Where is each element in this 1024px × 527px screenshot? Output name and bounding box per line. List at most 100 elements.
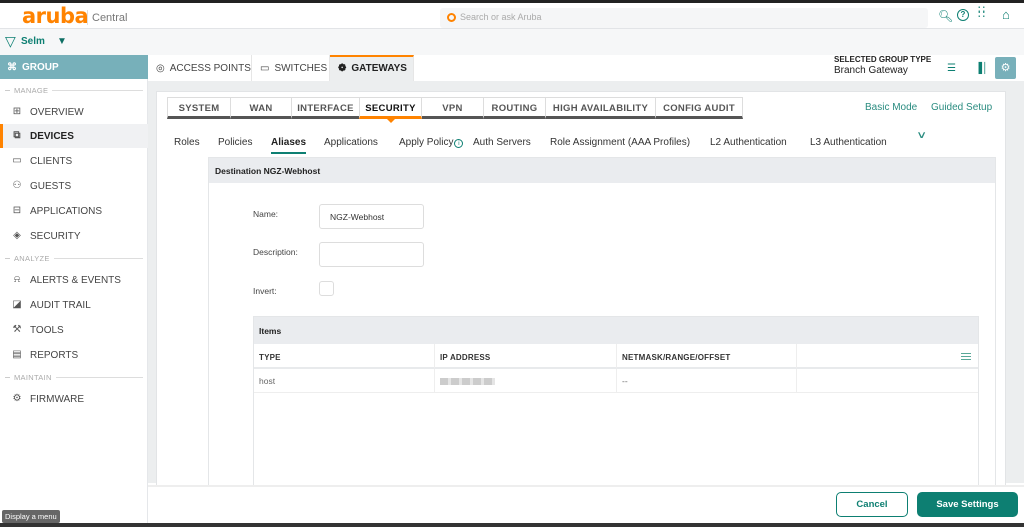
column-menu-icon[interactable] xyxy=(961,353,971,362)
apps-grid-icon[interactable]: ∷ ∷ xyxy=(978,5,985,21)
sidebar-item-guests[interactable]: ⚇ GUESTS xyxy=(0,174,148,198)
subtab-l2-authentication[interactable]: L2 Authentication xyxy=(710,137,787,148)
tab-system[interactable]: SYSTEM xyxy=(167,97,231,119)
sidebar-item-alerts-events[interactable]: ⍾ ALERTS & EVENTS xyxy=(0,268,148,292)
tab-vpn[interactable]: VPN xyxy=(421,97,484,119)
search-placeholder: Search or ask Aruba xyxy=(460,12,542,22)
section-manage: MANAGE xyxy=(5,86,143,95)
overview-icon: ⊞ xyxy=(12,106,22,117)
tab-wan[interactable]: WAN xyxy=(230,97,292,119)
sidebar-item-audit-trail[interactable]: ◪ AUDIT TRAIL xyxy=(0,293,148,317)
filter-selection[interactable]: Selm xyxy=(21,36,45,47)
filter-funnel-icon[interactable]: ▽ xyxy=(5,33,16,50)
tooltip: Display a menu xyxy=(2,510,60,523)
items-table: Items TYPE IP ADDRESS NETMASK/RANGE/OFFS… xyxy=(253,316,979,486)
audit-trail-icon: ◪ xyxy=(12,299,22,310)
subtab-apply-policy[interactable]: Apply Policy i xyxy=(399,137,464,148)
tab-interface[interactable]: INTERFACE xyxy=(291,97,360,119)
subtab-aliases[interactable]: Aliases xyxy=(271,137,307,154)
tab-routing[interactable]: ROUTING xyxy=(483,97,546,119)
sidebar-item-label: TOOLS xyxy=(30,325,64,336)
sidebar-item-tools[interactable]: ⚒ TOOLS xyxy=(0,318,148,342)
clients-icon: ▭ xyxy=(12,155,22,166)
config-gear-button[interactable]: ⚙ xyxy=(995,57,1016,79)
tab-gateways[interactable]: ❁ GATEWAYS xyxy=(330,55,414,81)
info-icon[interactable]: i xyxy=(454,139,464,148)
aruba-logo[interactable]: aruba xyxy=(22,6,89,27)
sidebar-item-clients[interactable]: ▭ CLIENTS xyxy=(0,149,148,173)
help-icon[interactable]: ? xyxy=(957,9,969,21)
sidebar-item-devices[interactable]: ⧉ DEVICES xyxy=(0,124,148,148)
tab-label: GATEWAYS xyxy=(351,63,407,74)
gear-icon: ⚙ xyxy=(1000,62,1011,74)
chevron-down-icon[interactable]: ∨ xyxy=(916,130,927,141)
filter-dropdown-caret-icon[interactable]: ▼ xyxy=(57,36,67,47)
search-icon[interactable]: 🔍︎ xyxy=(938,9,953,23)
sidebar-item-reports[interactable]: ▤ REPORTS xyxy=(0,343,148,367)
user-icon[interactable]: ⌂ xyxy=(1002,7,1010,22)
security-icon: ◈ xyxy=(13,230,21,241)
table-cell-ip-address xyxy=(435,369,617,393)
basic-mode-link[interactable]: Basic Mode xyxy=(865,102,917,113)
name-field[interactable] xyxy=(319,204,424,229)
redacted-ip xyxy=(440,378,495,385)
sidebar-item-label: OVERVIEW xyxy=(30,107,84,118)
table-cell-actions xyxy=(797,369,978,393)
subtab-label: Apply Policy xyxy=(399,137,454,148)
sidebar-item-label: AUDIT TRAIL xyxy=(30,300,91,311)
selected-group-type: SELECTED GROUP TYPE Branch Gateway xyxy=(834,55,931,77)
tab-high-availability[interactable]: HIGH AVAILABILITY xyxy=(545,97,656,119)
app-header: aruba Central Search or ask Aruba 🔍︎ ? ∷… xyxy=(0,3,1024,29)
section-analyze: ANALYZE xyxy=(5,254,143,263)
applications-icon: ⊟ xyxy=(12,205,22,216)
name-label: Name: xyxy=(253,209,279,219)
description-label: Description: xyxy=(253,247,298,257)
cancel-button[interactable]: Cancel xyxy=(836,492,908,517)
config-tabs: SYSTEM WAN INTERFACE SECURITY VPN ROUTIN… xyxy=(167,97,743,123)
sidebar-item-security[interactable]: ◈ SECURITY xyxy=(0,224,148,248)
subtab-auth-servers[interactable]: Auth Servers xyxy=(473,137,531,148)
bell-icon: ⍾ xyxy=(13,274,21,285)
tab-security[interactable]: SECURITY xyxy=(359,97,422,123)
sidebar-item-label: DEVICES xyxy=(30,131,74,142)
group-icon: ⌘ xyxy=(7,62,17,73)
list-view-icon[interactable]: ☰ xyxy=(947,63,956,74)
column-header-ip-address[interactable]: IP ADDRESS xyxy=(435,344,617,369)
search-input[interactable]: Search or ask Aruba xyxy=(440,8,928,28)
tab-access-points[interactable]: ◎ ACCESS POINTS xyxy=(148,55,252,81)
firmware-gear-icon: ⚙ xyxy=(12,393,22,404)
wrench-icon: ⚒ xyxy=(12,324,22,335)
group-selector[interactable]: ⌘ GROUP xyxy=(0,55,148,79)
description-field[interactable] xyxy=(319,242,424,267)
tab-label: ACCESS POINTS xyxy=(169,63,251,74)
gateway-icon: ❁ xyxy=(338,63,347,74)
guests-icon: ⚇ xyxy=(12,180,22,191)
sidebar-item-label: ALERTS & EVENTS xyxy=(30,275,121,286)
tab-config-audit[interactable]: CONFIG AUDIT xyxy=(655,97,743,119)
subtab-role-assignment[interactable]: Role Assignment (AAA Profiles) xyxy=(550,137,690,148)
sidebar-item-label: REPORTS xyxy=(30,350,79,361)
sidebar-item-label: SECURITY xyxy=(30,231,81,242)
subtab-applications[interactable]: Applications xyxy=(324,137,378,148)
alias-title: Destination NGZ-Webhost xyxy=(209,158,995,183)
sidebar-item-overview[interactable]: ⊞ OVERVIEW xyxy=(0,100,148,124)
sidebar-item-firmware[interactable]: ⚙ FIRMWARE xyxy=(0,387,148,411)
invert-checkbox[interactable] xyxy=(319,281,334,296)
section-maintain: MAINTAIN xyxy=(5,373,143,382)
save-settings-button[interactable]: Save Settings xyxy=(917,492,1018,517)
access-point-icon: ◎ xyxy=(156,63,165,74)
sidebar-item-label: CLIENTS xyxy=(30,156,73,167)
column-header-actions xyxy=(797,344,978,369)
subtab-l3-authentication[interactable]: L3 Authentication xyxy=(810,137,887,148)
group-label: GROUP xyxy=(22,62,59,73)
guided-setup-link[interactable]: Guided Setup xyxy=(931,102,992,113)
sidebar-item-applications[interactable]: ⊟ APPLICATIONS xyxy=(0,199,148,223)
subtab-policies[interactable]: Policies xyxy=(218,137,252,148)
devices-icon: ⧉ xyxy=(13,130,21,141)
column-header-netmask[interactable]: NETMASK/RANGE/OFFSET xyxy=(617,344,797,369)
subtab-roles[interactable]: Roles xyxy=(174,137,200,148)
chart-view-icon[interactable]: ▐│ xyxy=(975,63,988,74)
column-header-type[interactable]: TYPE xyxy=(254,344,435,369)
tab-switches[interactable]: ▭ SWITCHES xyxy=(252,55,330,81)
invert-label: Invert: xyxy=(253,286,277,296)
